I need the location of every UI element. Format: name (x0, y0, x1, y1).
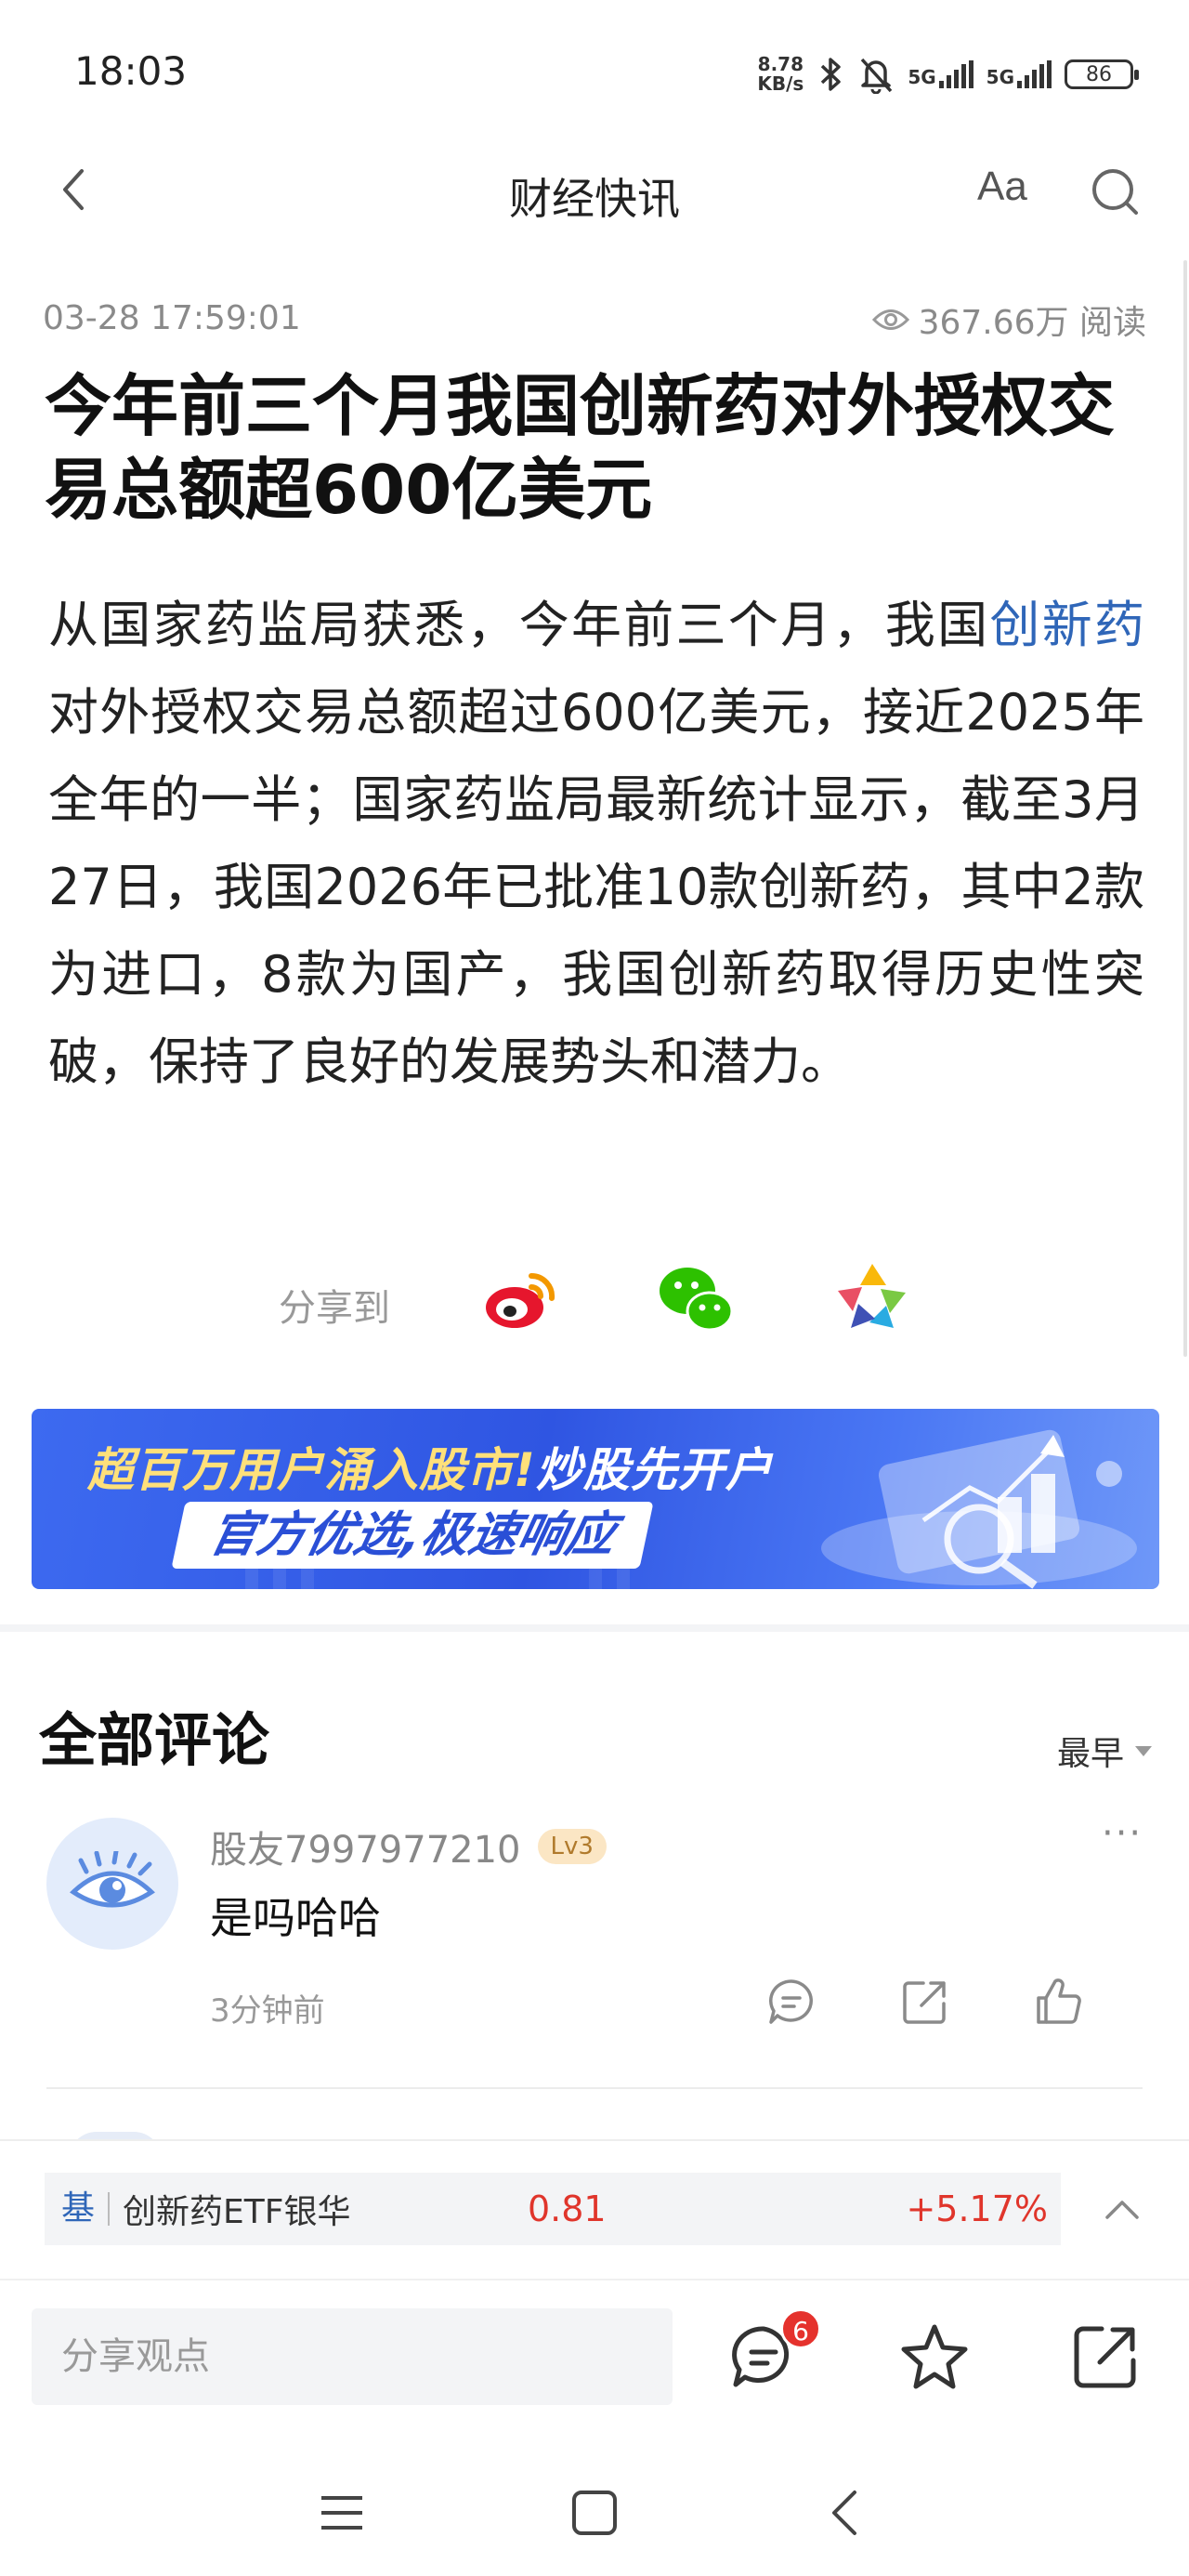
section-divider (0, 1624, 1189, 1632)
search-icon[interactable] (1087, 164, 1143, 219)
comment-username[interactable]: 股友7997977210 Lv3 (210, 1820, 607, 1873)
moments-icon[interactable] (832, 1259, 912, 1339)
more-options-icon[interactable]: ··· (1102, 1812, 1143, 1855)
banner-headline: 超百万用户涌入股市!炒股先开户 (87, 1443, 773, 1497)
like-thumb-icon[interactable] (1033, 1976, 1085, 2028)
share-label: 分享到 (279, 1287, 390, 1330)
article-title: 今年前三个月我国创新药对外授权交易总额超600亿美元 (45, 367, 1116, 529)
cell-signal-1: 5G (908, 60, 973, 88)
divider (0, 2279, 1189, 2280)
status-time: 18:03 (74, 48, 188, 94)
share-icon[interactable] (899, 1976, 951, 2028)
star-icon[interactable] (899, 2321, 970, 2392)
weibo-icon[interactable] (481, 1259, 561, 1339)
comment-input[interactable]: 分享观点 (32, 2308, 673, 2405)
article-timestamp: 03-28 17:59:01 (43, 299, 301, 337)
level-badge: Lv3 (537, 1829, 607, 1864)
comment-divider (46, 2087, 1143, 2089)
comment-time: 3分钟前 (210, 1992, 325, 2030)
chevron-up-icon[interactable] (1096, 2188, 1148, 2228)
fund-tag: 基 (61, 2192, 111, 2226)
mute-bell-icon (861, 58, 893, 94)
default-avatar-icon (70, 1851, 155, 1908)
read-count: 367.66万 阅读 (871, 296, 1146, 344)
ad-banner[interactable]: 超百万用户涌入股市!炒股先开户 官方优选,极速响应 (32, 1409, 1159, 1589)
status-bar: 18:03 8.78 KB/s 5G 5G 86 (0, 0, 1189, 139)
sort-dropdown[interactable]: 最早 (1057, 1727, 1152, 1775)
chevron-down-icon (1135, 1745, 1152, 1756)
eye-icon (871, 309, 909, 330)
battery-indicator: 86 (1065, 59, 1139, 89)
home-icon[interactable] (567, 2485, 622, 2541)
status-icons: 8.78 KB/s 5G 5G 86 (757, 46, 1139, 102)
comment-text: 是吗哈哈 (210, 1893, 381, 1943)
banner-subheadline: 官方优选,极速响应 (171, 1502, 654, 1569)
network-speed: 8.78 KB/s (757, 53, 804, 95)
avatar[interactable] (46, 1818, 178, 1950)
fund-name: 创新药ETF银华 (123, 2193, 351, 2231)
stock-topic-link[interactable]: 创新药 (989, 596, 1144, 654)
comment-count-badge: 6 (780, 2308, 821, 2349)
reply-icon[interactable] (765, 1976, 817, 2028)
wechat-icon[interactable] (656, 1259, 736, 1339)
scroll-indicator (1183, 260, 1187, 1357)
fund-price: 0.81 (528, 2188, 607, 2229)
related-fund-bar[interactable]: 基 创新药ETF银华 0.81 +5.17% (45, 2173, 1061, 2245)
cell-signal-2: 5G (986, 60, 1052, 88)
bottom-panel: 基 创新药ETF银华 0.81 +5.17% 分享观点 6 (0, 2139, 1189, 2576)
comments-title: 全部评论 (39, 1706, 270, 1774)
share-icon[interactable] (1070, 2321, 1141, 2392)
nav-bar: 财经快讯 Aa (0, 139, 1189, 251)
system-back-icon[interactable] (819, 2485, 875, 2541)
article-body: 从国家药监局获悉，今年前三个月，我国创新药对外授权交易总额超过600亿美元，接近… (48, 596, 1145, 1091)
menu-icon[interactable] (314, 2485, 370, 2541)
fund-change: +5.17% (906, 2188, 1048, 2229)
bluetooth-icon (821, 58, 842, 91)
font-size-button[interactable]: Aa (977, 164, 1027, 210)
